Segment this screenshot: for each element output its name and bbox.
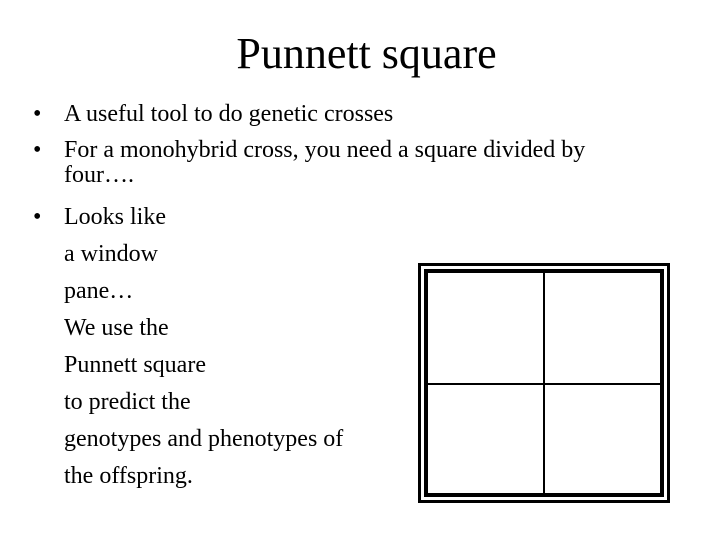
bullet-text-line: the offspring. <box>64 463 193 489</box>
punnett-cell-bottom-left <box>428 385 543 493</box>
slide: Punnett square • A useful tool to do gen… <box>0 0 720 540</box>
bullet-marker: • <box>33 204 42 230</box>
bullet-text-line: Looks like <box>64 204 166 230</box>
bullet-marker: • <box>33 101 42 127</box>
punnett-square-grid <box>424 269 664 497</box>
punnett-square-diagram <box>418 263 670 503</box>
bullet-text-line: to predict the <box>64 389 191 415</box>
bullet-text-line: four…. <box>64 162 134 188</box>
bullet-marker: • <box>33 137 42 163</box>
grid-horizontal-divider <box>428 383 660 385</box>
punnett-cell-top-right <box>545 273 660 383</box>
punnett-cell-bottom-right <box>545 385 660 493</box>
bullet-text-line: For a monohybrid cross, you need a squar… <box>64 137 586 163</box>
bullet-text-line: A useful tool to do genetic crosses <box>64 101 394 127</box>
bullet-text-line: a window <box>64 241 158 267</box>
bullet-text-line: Punnett square <box>64 352 206 378</box>
bullet-text-line: pane… <box>64 278 134 304</box>
punnett-cell-top-left <box>428 273 543 383</box>
slide-title: Punnett square <box>236 29 497 78</box>
bullet-text-line: genotypes and phenotypes of <box>64 426 344 452</box>
bullet-text-line: We use the <box>64 315 169 341</box>
